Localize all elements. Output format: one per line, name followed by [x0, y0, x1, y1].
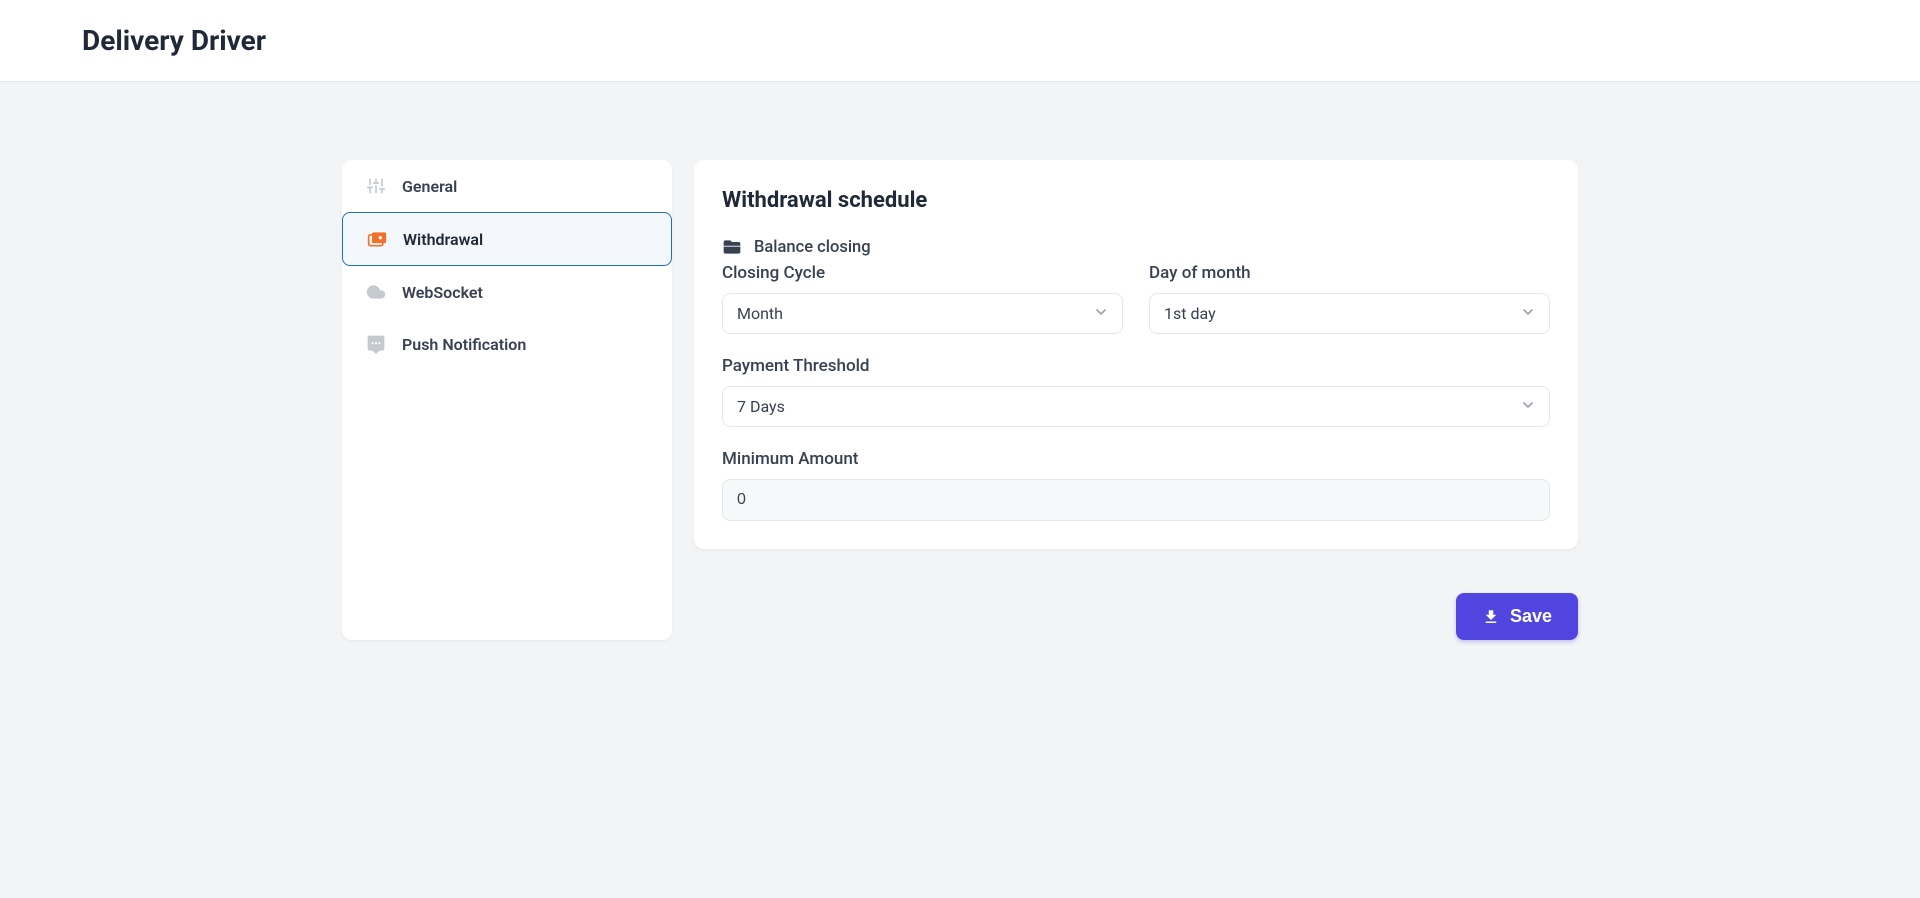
- settings-card: Withdrawal schedule Balance closing Clos…: [694, 160, 1578, 549]
- day-of-month-select-wrapper: 1st day: [1149, 293, 1550, 334]
- form-row-minimum-amount: Minimum Amount: [722, 449, 1550, 521]
- sidebar-item-general[interactable]: General: [342, 160, 672, 212]
- sidebar-item-label: WebSocket: [402, 283, 483, 302]
- sidebar-item-websocket[interactable]: WebSocket: [342, 266, 672, 318]
- section-label-balance-closing: Balance closing: [722, 237, 1550, 257]
- form-row-closing: Closing Cycle Month Day of month 1st day: [722, 263, 1550, 334]
- form-row-threshold: Payment Threshold 7 Days: [722, 356, 1550, 427]
- form-group-closing-cycle: Closing Cycle Month: [722, 263, 1123, 334]
- day-of-month-select[interactable]: 1st day: [1149, 293, 1550, 334]
- sidebar: General Withdrawal WebSocket: [342, 160, 672, 640]
- closing-cycle-label: Closing Cycle: [722, 263, 1123, 283]
- wallet-icon: [367, 229, 387, 249]
- main-container: General Withdrawal WebSocket: [260, 82, 1660, 680]
- save-wrapper: Save: [694, 593, 1578, 640]
- closing-cycle-select[interactable]: Month: [722, 293, 1123, 334]
- section-label-text: Balance closing: [754, 238, 871, 257]
- sidebar-item-label: General: [402, 177, 457, 196]
- save-button[interactable]: Save: [1456, 593, 1578, 640]
- sidebar-item-label: Push Notification: [402, 335, 526, 354]
- minimum-amount-input[interactable]: [722, 479, 1550, 521]
- cloud-icon: [366, 282, 386, 302]
- sidebar-item-push-notification[interactable]: Push Notification: [342, 318, 672, 370]
- save-icon: [1482, 608, 1500, 626]
- card-title: Withdrawal schedule: [722, 188, 1550, 213]
- form-group-day-of-month: Day of month 1st day: [1149, 263, 1550, 334]
- day-of-month-label: Day of month: [1149, 263, 1550, 283]
- closing-cycle-select-wrapper: Month: [722, 293, 1123, 334]
- save-button-label: Save: [1510, 606, 1552, 627]
- sidebar-item-label: Withdrawal: [403, 230, 483, 249]
- form-group-payment-threshold: Payment Threshold 7 Days: [722, 356, 1550, 427]
- main-column: Withdrawal schedule Balance closing Clos…: [694, 160, 1578, 640]
- payment-threshold-select-wrapper: 7 Days: [722, 386, 1550, 427]
- payment-threshold-select[interactable]: 7 Days: [722, 386, 1550, 427]
- payment-threshold-label: Payment Threshold: [722, 356, 1550, 376]
- form-group-minimum-amount: Minimum Amount: [722, 449, 1550, 521]
- message-icon: [366, 334, 386, 354]
- minimum-amount-label: Minimum Amount: [722, 449, 1550, 469]
- sidebar-item-withdrawal[interactable]: Withdrawal: [342, 212, 672, 266]
- page-title: Delivery Driver: [82, 24, 1838, 57]
- sliders-icon: [366, 176, 386, 196]
- folder-open-icon: [722, 237, 742, 257]
- page-header: Delivery Driver: [0, 0, 1920, 82]
